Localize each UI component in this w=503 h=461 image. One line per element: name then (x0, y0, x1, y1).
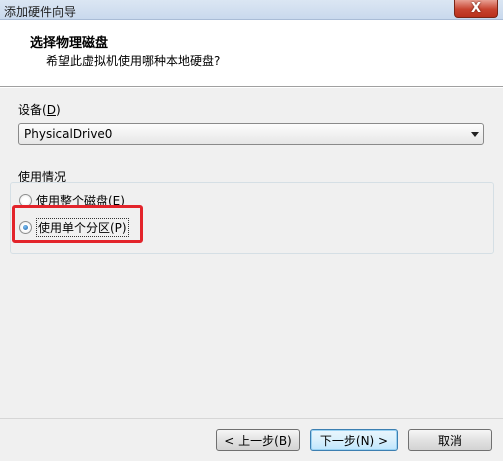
annotation-highlight-box (12, 205, 143, 243)
chevron-down-icon[interactable] (471, 132, 479, 137)
cancel-button[interactable]: 取消 (408, 429, 492, 451)
device-dropdown[interactable]: PhysicalDrive0 (18, 123, 484, 145)
close-icon: X (470, 1, 482, 16)
device-dropdown-value: PhysicalDrive0 (24, 127, 113, 141)
header-divider (0, 87, 503, 88)
footer-divider (0, 418, 503, 419)
title-bar: 添加硬件向导 X (0, 0, 503, 20)
window-title: 添加硬件向导 (4, 5, 77, 19)
device-label: 设备(D) (18, 103, 61, 117)
wizard-header: 选择物理磁盘 希望此虚拟机使用哪种本地硬盘? (0, 20, 503, 87)
back-button[interactable]: < 上一步(B) (216, 429, 300, 451)
next-button[interactable]: 下一步(N) > (310, 429, 398, 451)
close-button[interactable]: X (454, 0, 498, 18)
page-title: 选择物理磁盘 (30, 36, 109, 51)
page-subtitle: 希望此虚拟机使用哪种本地硬盘? (46, 54, 221, 68)
